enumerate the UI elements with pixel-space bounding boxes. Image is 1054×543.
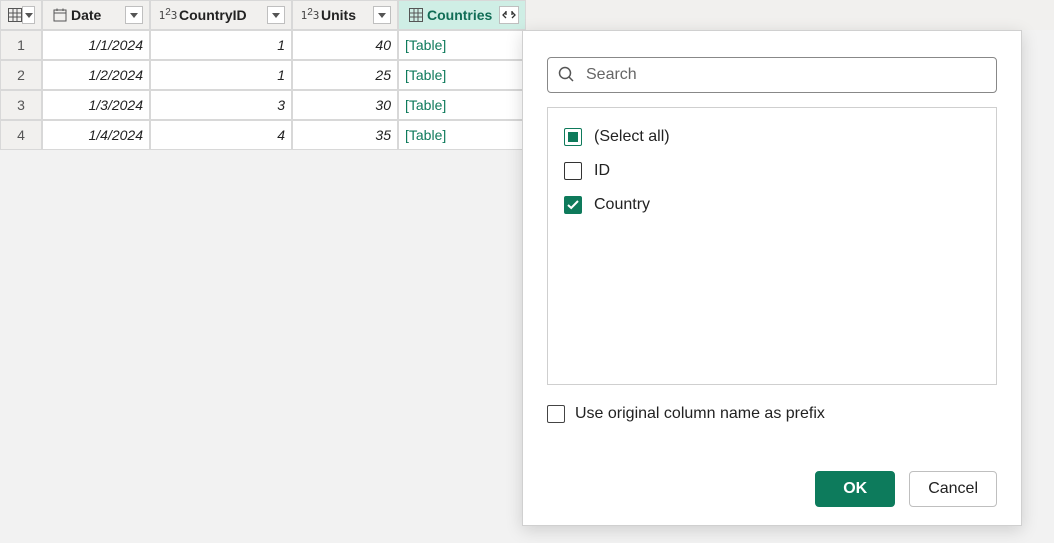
cell-units[interactable]: 30 bbox=[292, 90, 398, 120]
header-countries[interactable]: Countries bbox=[398, 0, 526, 30]
header-units-dropdown[interactable] bbox=[373, 6, 391, 24]
search-input[interactable] bbox=[547, 57, 997, 93]
prefix-label: Use original column name as prefix bbox=[575, 405, 825, 423]
checkbox-checked-icon bbox=[564, 196, 582, 214]
checkbox-partial-icon bbox=[564, 128, 582, 146]
header-date-label: Date bbox=[71, 7, 101, 23]
table-icon bbox=[405, 6, 427, 24]
header-countryid-dropdown[interactable] bbox=[267, 6, 285, 24]
header-countryid[interactable]: 123 CountryID bbox=[150, 0, 292, 30]
row-number: 2 bbox=[0, 60, 42, 90]
rownum-dropdown[interactable] bbox=[22, 6, 35, 24]
cell-countries[interactable]: [Table] bbox=[398, 90, 526, 120]
header-units[interactable]: 123 Units bbox=[292, 0, 398, 30]
header-countries-label: Countries bbox=[427, 7, 492, 23]
button-row: OK Cancel bbox=[547, 451, 997, 507]
option-select-all-label: (Select all) bbox=[594, 128, 670, 146]
columns-list: (Select all) ID Country bbox=[547, 107, 997, 385]
cancel-button[interactable]: Cancel bbox=[909, 471, 997, 507]
cell-countries[interactable]: [Table] bbox=[398, 30, 526, 60]
cell-units[interactable]: 40 bbox=[292, 30, 398, 60]
header-date[interactable]: Date bbox=[42, 0, 150, 30]
cell-units[interactable]: 35 bbox=[292, 120, 398, 150]
option-select-all[interactable]: (Select all) bbox=[556, 120, 988, 154]
prefix-option[interactable]: Use original column name as prefix bbox=[547, 405, 997, 423]
row-number: 4 bbox=[0, 120, 42, 150]
number-type-icon: 123 bbox=[157, 6, 179, 24]
cell-date[interactable]: 1/2/2024 bbox=[42, 60, 150, 90]
ok-button[interactable]: OK bbox=[815, 471, 895, 507]
cell-date[interactable]: 1/4/2024 bbox=[42, 120, 150, 150]
cell-date[interactable]: 1/3/2024 bbox=[42, 90, 150, 120]
expand-panel: (Select all) ID Country Use original col… bbox=[522, 30, 1022, 526]
option-id[interactable]: ID bbox=[556, 154, 988, 188]
expand-icon[interactable] bbox=[499, 6, 519, 24]
rownum-header[interactable] bbox=[0, 0, 42, 30]
cell-countries[interactable]: [Table] bbox=[398, 120, 526, 150]
checkbox-unchecked-icon bbox=[564, 162, 582, 180]
cell-countryid[interactable]: 1 bbox=[150, 30, 292, 60]
option-country-label: Country bbox=[594, 196, 650, 214]
header-row: Date 123 CountryID 123 Units Countries bbox=[0, 0, 1054, 30]
number-type-icon: 123 bbox=[299, 6, 321, 24]
option-id-label: ID bbox=[594, 162, 610, 180]
cell-date[interactable]: 1/1/2024 bbox=[42, 30, 150, 60]
cell-countryid[interactable]: 4 bbox=[150, 120, 292, 150]
option-country[interactable]: Country bbox=[556, 188, 988, 222]
search-box bbox=[547, 57, 997, 93]
header-units-label: Units bbox=[321, 7, 356, 23]
cell-units[interactable]: 25 bbox=[292, 60, 398, 90]
cell-countryid[interactable]: 3 bbox=[150, 90, 292, 120]
row-number: 1 bbox=[0, 30, 42, 60]
calendar-icon bbox=[49, 6, 71, 24]
cell-countries[interactable]: [Table] bbox=[398, 60, 526, 90]
header-countryid-label: CountryID bbox=[179, 7, 247, 23]
header-date-dropdown[interactable] bbox=[125, 6, 143, 24]
search-icon bbox=[557, 65, 575, 86]
table-icon bbox=[7, 6, 22, 24]
checkbox-unchecked-icon bbox=[547, 405, 565, 423]
cell-countryid[interactable]: 1 bbox=[150, 60, 292, 90]
row-number: 3 bbox=[0, 90, 42, 120]
